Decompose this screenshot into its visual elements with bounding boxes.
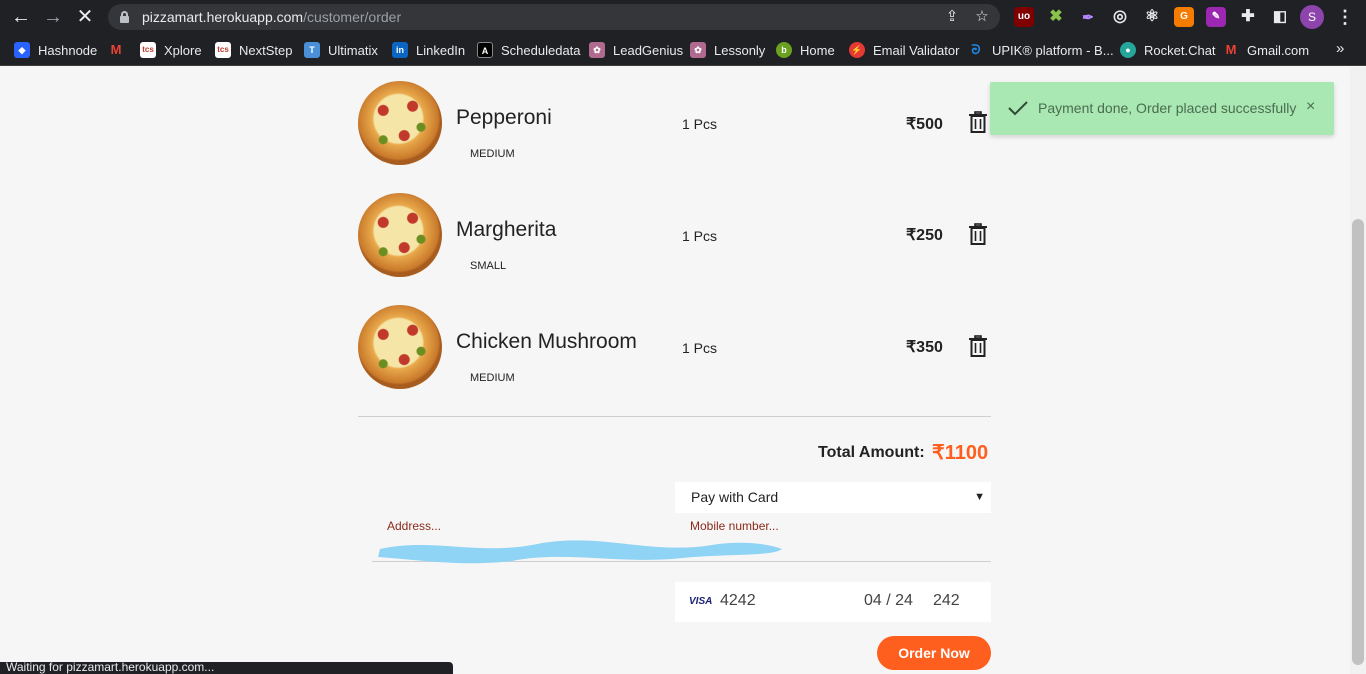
item-size: MEDIUM [470, 372, 515, 384]
pizza-image [358, 305, 442, 389]
bookmark-ultimatix[interactable]: T Ultimatix [304, 40, 378, 60]
cart-item: Chicken Mushroom MEDIUM 1 Pcs ₹350 [358, 305, 998, 395]
toast-message: Payment done, Order placed successfully [1038, 100, 1297, 116]
target-extension-icon[interactable]: ◎ [1110, 7, 1130, 27]
address-bar[interactable]: pizzamart.herokuapp.com/customer/order ⇪… [108, 4, 1000, 30]
item-size: MEDIUM [470, 148, 515, 160]
bookmark-gmail[interactable]: M [108, 40, 132, 60]
item-size: SMALL [470, 260, 507, 272]
react-devtools-icon[interactable]: ⚛ [1142, 7, 1162, 27]
card-input[interactable]: VISA 4242 04 / 24 242 [675, 582, 991, 622]
bookmark-hashnode[interactable]: ◆ Hashnode [14, 40, 97, 60]
redaction-scribble [378, 540, 782, 564]
grammarly-extension-icon[interactable]: G [1174, 7, 1194, 27]
back-arrow-icon[interactable]: ← [8, 4, 34, 30]
scheduledata-icon: A [477, 42, 493, 58]
url-text: pizzamart.herokuapp.com/customer/order [142, 9, 402, 25]
bookmark-scheduledata[interactable]: A Scheduledata [477, 40, 581, 60]
feather-extension-icon[interactable]: ✒ [1078, 7, 1098, 27]
divider [358, 416, 991, 417]
rocketchat-icon: ● [1120, 42, 1136, 58]
hashnode-icon: ◆ [14, 42, 30, 58]
bookmark-email-validator[interactable]: ⚡ Email Validator [849, 40, 959, 60]
ublock-extension-icon[interactable]: uo [1014, 7, 1034, 27]
bookmark-gmail-com[interactable]: M Gmail.com [1223, 40, 1310, 60]
chevron-down-icon: ▼ [974, 491, 985, 503]
trash-icon[interactable] [968, 335, 988, 357]
card-expiry[interactable]: 04 / 24 [864, 592, 913, 610]
browser-menu-icon[interactable]: ⋮ [1336, 5, 1354, 29]
tcs-icon: tcs [215, 42, 231, 58]
bookmark-lessonly[interactable]: ✿ Lessonly [690, 40, 765, 60]
trash-icon[interactable] [968, 223, 988, 245]
visa-icon: VISA [689, 596, 713, 607]
color-picker-extension-icon[interactable]: ✎ [1206, 7, 1226, 27]
bookmarks-bar: ◆ Hashnode M tcs Xplore tcs NextStep T Ultim… [0, 34, 1366, 66]
bookmark-leadgenius[interactable]: ✿ LeadGenius [589, 40, 683, 60]
home-icon: b [776, 42, 792, 58]
item-price: ₹350 [906, 339, 943, 356]
email-validator-icon: ⚡ [849, 42, 865, 58]
item-price: ₹250 [906, 227, 943, 244]
linkedin-icon: in [392, 42, 408, 58]
bookmark-rocketchat[interactable]: ● Rocket.Chat [1120, 40, 1216, 60]
page-scrollbar[interactable] [1350, 67, 1366, 674]
item-name: Pepperoni [456, 106, 552, 129]
lessonly-icon: ✿ [690, 42, 706, 58]
close-icon[interactable]: × [1306, 98, 1315, 116]
bookmark-linkedin[interactable]: in LinkedIn [392, 40, 465, 60]
item-price: ₹500 [906, 116, 943, 133]
payment-method-select[interactable]: Pay with Card ▼ [675, 482, 991, 513]
item-quantity: 1 Pcs [682, 228, 718, 244]
success-toast: Payment done, Order placed successfully … [990, 82, 1334, 135]
gmail-icon: M [110, 42, 122, 57]
item-name: Margherita [456, 218, 557, 241]
gmail-icon: M [1225, 42, 1237, 57]
tcs-icon: tcs [140, 42, 156, 58]
tata-icon: T [304, 42, 320, 58]
card-number[interactable]: 4242 [720, 592, 756, 610]
total-amount-label: Total Amount: [818, 444, 925, 461]
bookmark-home[interactable]: b Home [776, 40, 835, 60]
browser-status-bar: Waiting for pizzamart.herokuapp.com... [0, 662, 453, 674]
item-quantity: 1 Pcs [682, 116, 718, 132]
order-page: Pepperoni MEDIUM 1 Pcs ₹500 Margherita S… [0, 67, 1350, 674]
extensions-puzzle-icon[interactable]: ✚ [1238, 7, 1258, 27]
browser-toolbar: ← → ✕ pizzamart.herokuapp.com/customer/o… [0, 0, 1366, 34]
cart-item: Pepperoni MEDIUM 1 Pcs ₹500 [358, 81, 998, 171]
tools-extension-icon[interactable]: ✖ [1046, 7, 1066, 27]
total-amount-value: ₹1100 [932, 442, 989, 464]
scrollbar-thumb[interactable] [1352, 219, 1364, 665]
profile-avatar[interactable]: S [1300, 5, 1324, 29]
trash-icon[interactable] [968, 111, 988, 133]
item-quantity: 1 Pcs [682, 340, 718, 356]
bookmark-upik[interactable]: ᘒ UPIK® platform - B... [968, 40, 1113, 60]
lock-icon [120, 11, 129, 23]
leadgenius-icon: ✿ [589, 42, 605, 58]
checkmark-icon [1008, 101, 1028, 116]
bookmark-xplore[interactable]: tcs Xplore [140, 40, 202, 60]
forward-arrow-icon[interactable]: → [40, 4, 66, 30]
upik-icon: ᘒ [971, 42, 981, 57]
pizza-image [358, 193, 442, 277]
bookmarks-overflow-icon[interactable]: » [1336, 40, 1344, 57]
pizza-image [358, 81, 442, 165]
card-cvc[interactable]: 242 [933, 592, 960, 610]
bookmark-star-icon[interactable]: ☆ [972, 7, 992, 27]
stop-loading-icon[interactable]: ✕ [72, 4, 98, 30]
cart-item: Margherita SMALL 1 Pcs ₹250 [358, 193, 998, 283]
share-icon[interactable]: ⇪ [942, 7, 962, 27]
order-now-button[interactable]: Order Now [877, 636, 991, 670]
bookmark-nextstep[interactable]: tcs NextStep [215, 40, 292, 60]
item-name: Chicken Mushroom [456, 330, 637, 353]
side-panel-icon[interactable]: ◧ [1270, 7, 1290, 27]
